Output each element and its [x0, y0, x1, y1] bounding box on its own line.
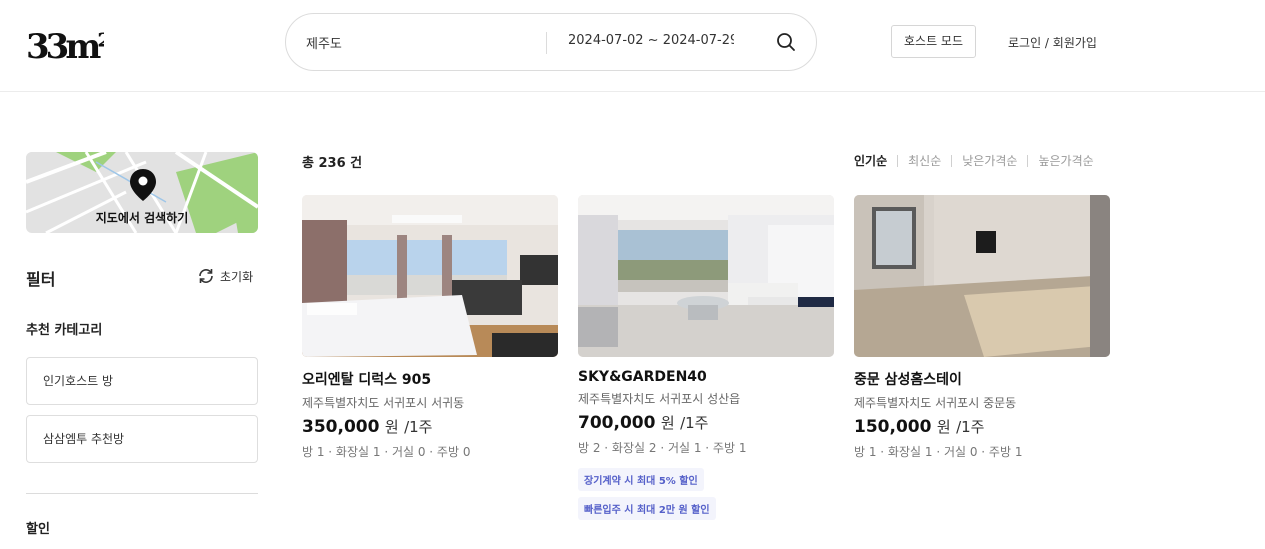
reset-label: 초기화: [220, 269, 254, 284]
price-amount: 700,000: [578, 413, 656, 433]
map-search-label: 지도에서 검색하기: [95, 211, 189, 225]
listing-photo: [578, 195, 834, 357]
listing-rooms: 방 2 · 화장실 2 · 거실 1 · 주방 1: [578, 441, 747, 455]
listing-address: 제주특별자치도 서귀포시 중문동: [854, 396, 1017, 410]
price-currency: 원: [660, 414, 675, 432]
filter-title: 필터: [26, 270, 56, 289]
search-icon[interactable]: [774, 30, 798, 54]
listing-card[interactable]: 오리엔탈 디럭스 905 제주특별자치도 서귀포시 서귀동 350,000 원 …: [302, 195, 558, 460]
listing-price: 700,000 원 /1주: [578, 412, 834, 433]
sort-price-high[interactable]: 높은가격순: [1038, 152, 1093, 169]
sort-latest[interactable]: 최신순: [908, 152, 941, 169]
listing-rooms: 방 1 · 화장실 1 · 거실 0 · 주방 1: [854, 445, 1023, 459]
reset-button[interactable]: 초기화: [197, 266, 253, 286]
listing-price: 150,000 원 /1주: [854, 416, 1110, 437]
host-mode-button[interactable]: 호스트 모드: [891, 25, 976, 58]
listing-photo: [302, 195, 558, 357]
top-header: 33m² 제주도 2024-07-02 ~ 2024-07-29 호스트 모드 …: [0, 0, 1265, 92]
map-search-button[interactable]: 지도에서 검색하기: [26, 152, 258, 233]
sort-options: 인기순 최신순 낮은가격순 높은가격순: [854, 152, 1094, 169]
search-dates-input[interactable]: 2024-07-02 ~ 2024-07-29: [568, 33, 734, 48]
listing-photo: [854, 195, 1110, 357]
price-period: /1주: [680, 414, 709, 432]
price-currency: 원: [936, 418, 951, 436]
category-recommended[interactable]: 삼삼엠투 추천방: [26, 415, 258, 463]
sort-separator: [897, 154, 899, 167]
price-period: /1주: [404, 418, 433, 436]
sort-price-low[interactable]: 낮은가격순: [962, 152, 1017, 169]
search-bar[interactable]: 제주도 2024-07-02 ~ 2024-07-29: [285, 13, 817, 71]
listing-rooms: 방 1 · 화장실 1 · 거실 0 · 주방 0: [302, 445, 471, 459]
search-location-input[interactable]: 제주도: [306, 33, 342, 52]
listing-price: 350,000 원 /1주: [302, 416, 558, 437]
price-period: /1주: [956, 418, 985, 436]
quick-move-in-discount-badge: 빠른입주 시 최대 2만 원 할인: [578, 497, 716, 520]
logo-text: 33m²: [26, 27, 104, 62]
listing-card[interactable]: 중문 삼성홈스테이 제주특별자치도 서귀포시 중문동 150,000 원 /1주…: [854, 195, 1110, 460]
sort-popular[interactable]: 인기순: [854, 152, 887, 169]
category-title: 추천 카테고리: [26, 323, 103, 338]
search-divider: [546, 32, 547, 54]
listing-name: SKY&GARDEN40: [578, 369, 707, 385]
price-amount: 150,000: [854, 417, 932, 437]
login-signup-link[interactable]: 로그인 / 회원가입: [1008, 34, 1097, 51]
sort-separator: [951, 154, 953, 167]
price-amount: 350,000: [302, 417, 380, 437]
sidebar-divider: [26, 493, 258, 494]
listing-name: 오리엔탈 디럭스 905: [302, 372, 432, 388]
listing-card[interactable]: SKY&GARDEN40 제주특별자치도 서귀포시 성산읍 700,000 원 …: [578, 195, 834, 520]
category-popular-host[interactable]: 인기호스트 방: [26, 357, 258, 405]
logo[interactable]: 33m²: [26, 22, 104, 62]
long-term-discount-badge: 장기계약 시 최대 5% 할인: [578, 468, 704, 491]
sort-separator: [1027, 154, 1029, 167]
price-currency: 원: [384, 418, 399, 436]
refresh-icon: [199, 269, 213, 283]
listing-address: 제주특별자치도 서귀포시 성산읍: [578, 392, 741, 406]
listing-address: 제주특별자치도 서귀포시 서귀동: [302, 396, 465, 410]
map-pin-icon: [130, 169, 156, 201]
discount-badges: 장기계약 시 최대 5% 할인 빠른입주 시 최대 2만 원 할인: [578, 468, 834, 520]
discount-title: 할인: [26, 522, 50, 537]
listing-name: 중문 삼성홈스테이: [854, 372, 962, 388]
results-count: 총 236 건: [302, 156, 363, 171]
